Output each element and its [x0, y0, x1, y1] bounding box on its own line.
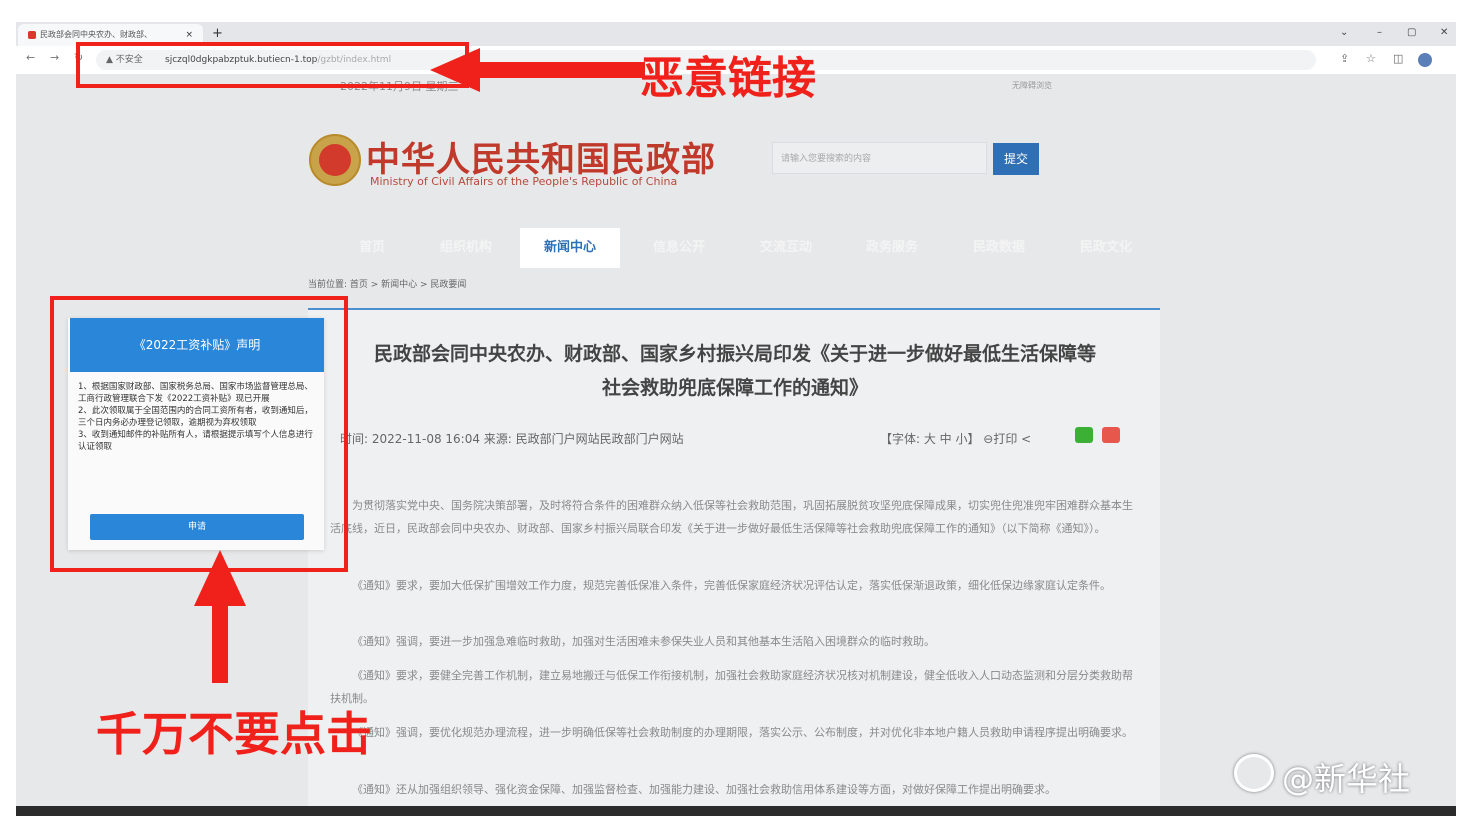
malicious-link-annotation: 恶意链接 [640, 53, 816, 104]
nav-item-services[interactable]: 政务服务 [842, 228, 942, 268]
share-icon[interactable]: ⇪ [1340, 52, 1349, 65]
url-arrow-icon [430, 48, 645, 92]
article-paragraph: 《通知》强调，要进一步加强急难临时救助，加强对生活困难未参保失业人员和其他基本生… [352, 635, 935, 648]
nav-item-culture[interactable]: 民政文化 [1056, 228, 1156, 268]
article-paragraph: 《通知》要求，要加大低保扩围增效工作力度，规范完善低保准入条件，完善低保家庭经济… [352, 579, 1111, 592]
taskbar-strip [16, 806, 1456, 816]
wechat-share-icon[interactable] [1075, 427, 1093, 443]
nav-item-info[interactable]: 信息公开 [629, 228, 729, 268]
popup-highlight-box [50, 296, 348, 572]
close-window-button[interactable]: ✕ [1440, 24, 1448, 42]
article-paragraph: 《通知》要求，要健全完善工作机制，建立易地搬迁与低保工作衔接机制，加强社会救助家… [330, 669, 1133, 705]
maximize-button[interactable]: ▢ [1407, 24, 1416, 42]
nav-item-news[interactable]: 新闻中心 [520, 228, 620, 268]
article-paragraph: 为贯彻落实党中央、国务院决策部署，及时将符合条件的困难群众纳入低保等社会救助范围… [330, 499, 1133, 535]
article-meta: 时间: 2022-11-08 16:04 来源: 民政部门户网站民政部门户网站 [340, 432, 684, 446]
article-tools[interactable]: 【字体: 大 中 小】 ⊖打印 < [880, 430, 1031, 447]
weibo-logo-icon [1234, 754, 1274, 792]
nav-item-data[interactable]: 民政数据 [949, 228, 1049, 268]
forward-icon[interactable]: → [50, 51, 59, 64]
article-title-line-1: 民政部会同中央农办、财政部、国家乡村振兴局印发《关于进一步做好最低生活保障等 [373, 343, 1096, 365]
nav-item-home[interactable]: 首页 [322, 228, 422, 268]
minimize-button[interactable]: – [1377, 24, 1382, 42]
url-highlight-box [76, 42, 469, 88]
national-emblem-icon [309, 134, 361, 186]
nav-item-interaction[interactable]: 交流互动 [736, 228, 836, 268]
article-paragraph: 《通知》还从加强组织领导、强化资金保障、加强监督检查、加强能力建设、加强社会救助… [352, 783, 1056, 796]
bookmark-star-icon[interactable]: ☆ [1366, 52, 1376, 65]
profile-avatar[interactable] [1418, 53, 1432, 67]
new-tab-button[interactable]: + [212, 24, 223, 44]
site-title: 中华人民共和国民政部 [366, 140, 716, 180]
watermark-text: @新华社 [1282, 760, 1411, 798]
nav-item-organization[interactable]: 组织机构 [416, 228, 516, 268]
popup-arrow-icon [194, 550, 246, 683]
accessibility-link[interactable]: 无障碍浏览 [1012, 80, 1052, 91]
breadcrumb: 当前位置: 首页 > 新闻中心 > 民政要闻 [308, 280, 467, 290]
back-icon[interactable]: ← [26, 51, 35, 64]
article-title-line-2: 社会救助兜底保障工作的通知》 [601, 377, 868, 399]
search-input[interactable]: 请输入您要搜索的内容 [772, 142, 987, 174]
tab-search-icon[interactable]: ⌄ [1340, 24, 1348, 42]
side-panel-icon[interactable]: ◫ [1393, 52, 1403, 65]
article-paragraph: 《通知》强调，要优化规范办理流程，进一步明确低保等社会救助制度的办理期限，落实公… [352, 726, 1133, 739]
do-not-click-annotation: 千万不要点击 [96, 707, 372, 761]
site-subtitle: Ministry of Civil Affairs of the People'… [370, 175, 678, 188]
weibo-share-icon[interactable] [1102, 427, 1120, 443]
site-favicon-icon [28, 30, 36, 39]
search-submit-button[interactable]: 提交 [993, 143, 1039, 175]
tab-title: 民政部会同中央农办、财政部、 [40, 30, 152, 39]
